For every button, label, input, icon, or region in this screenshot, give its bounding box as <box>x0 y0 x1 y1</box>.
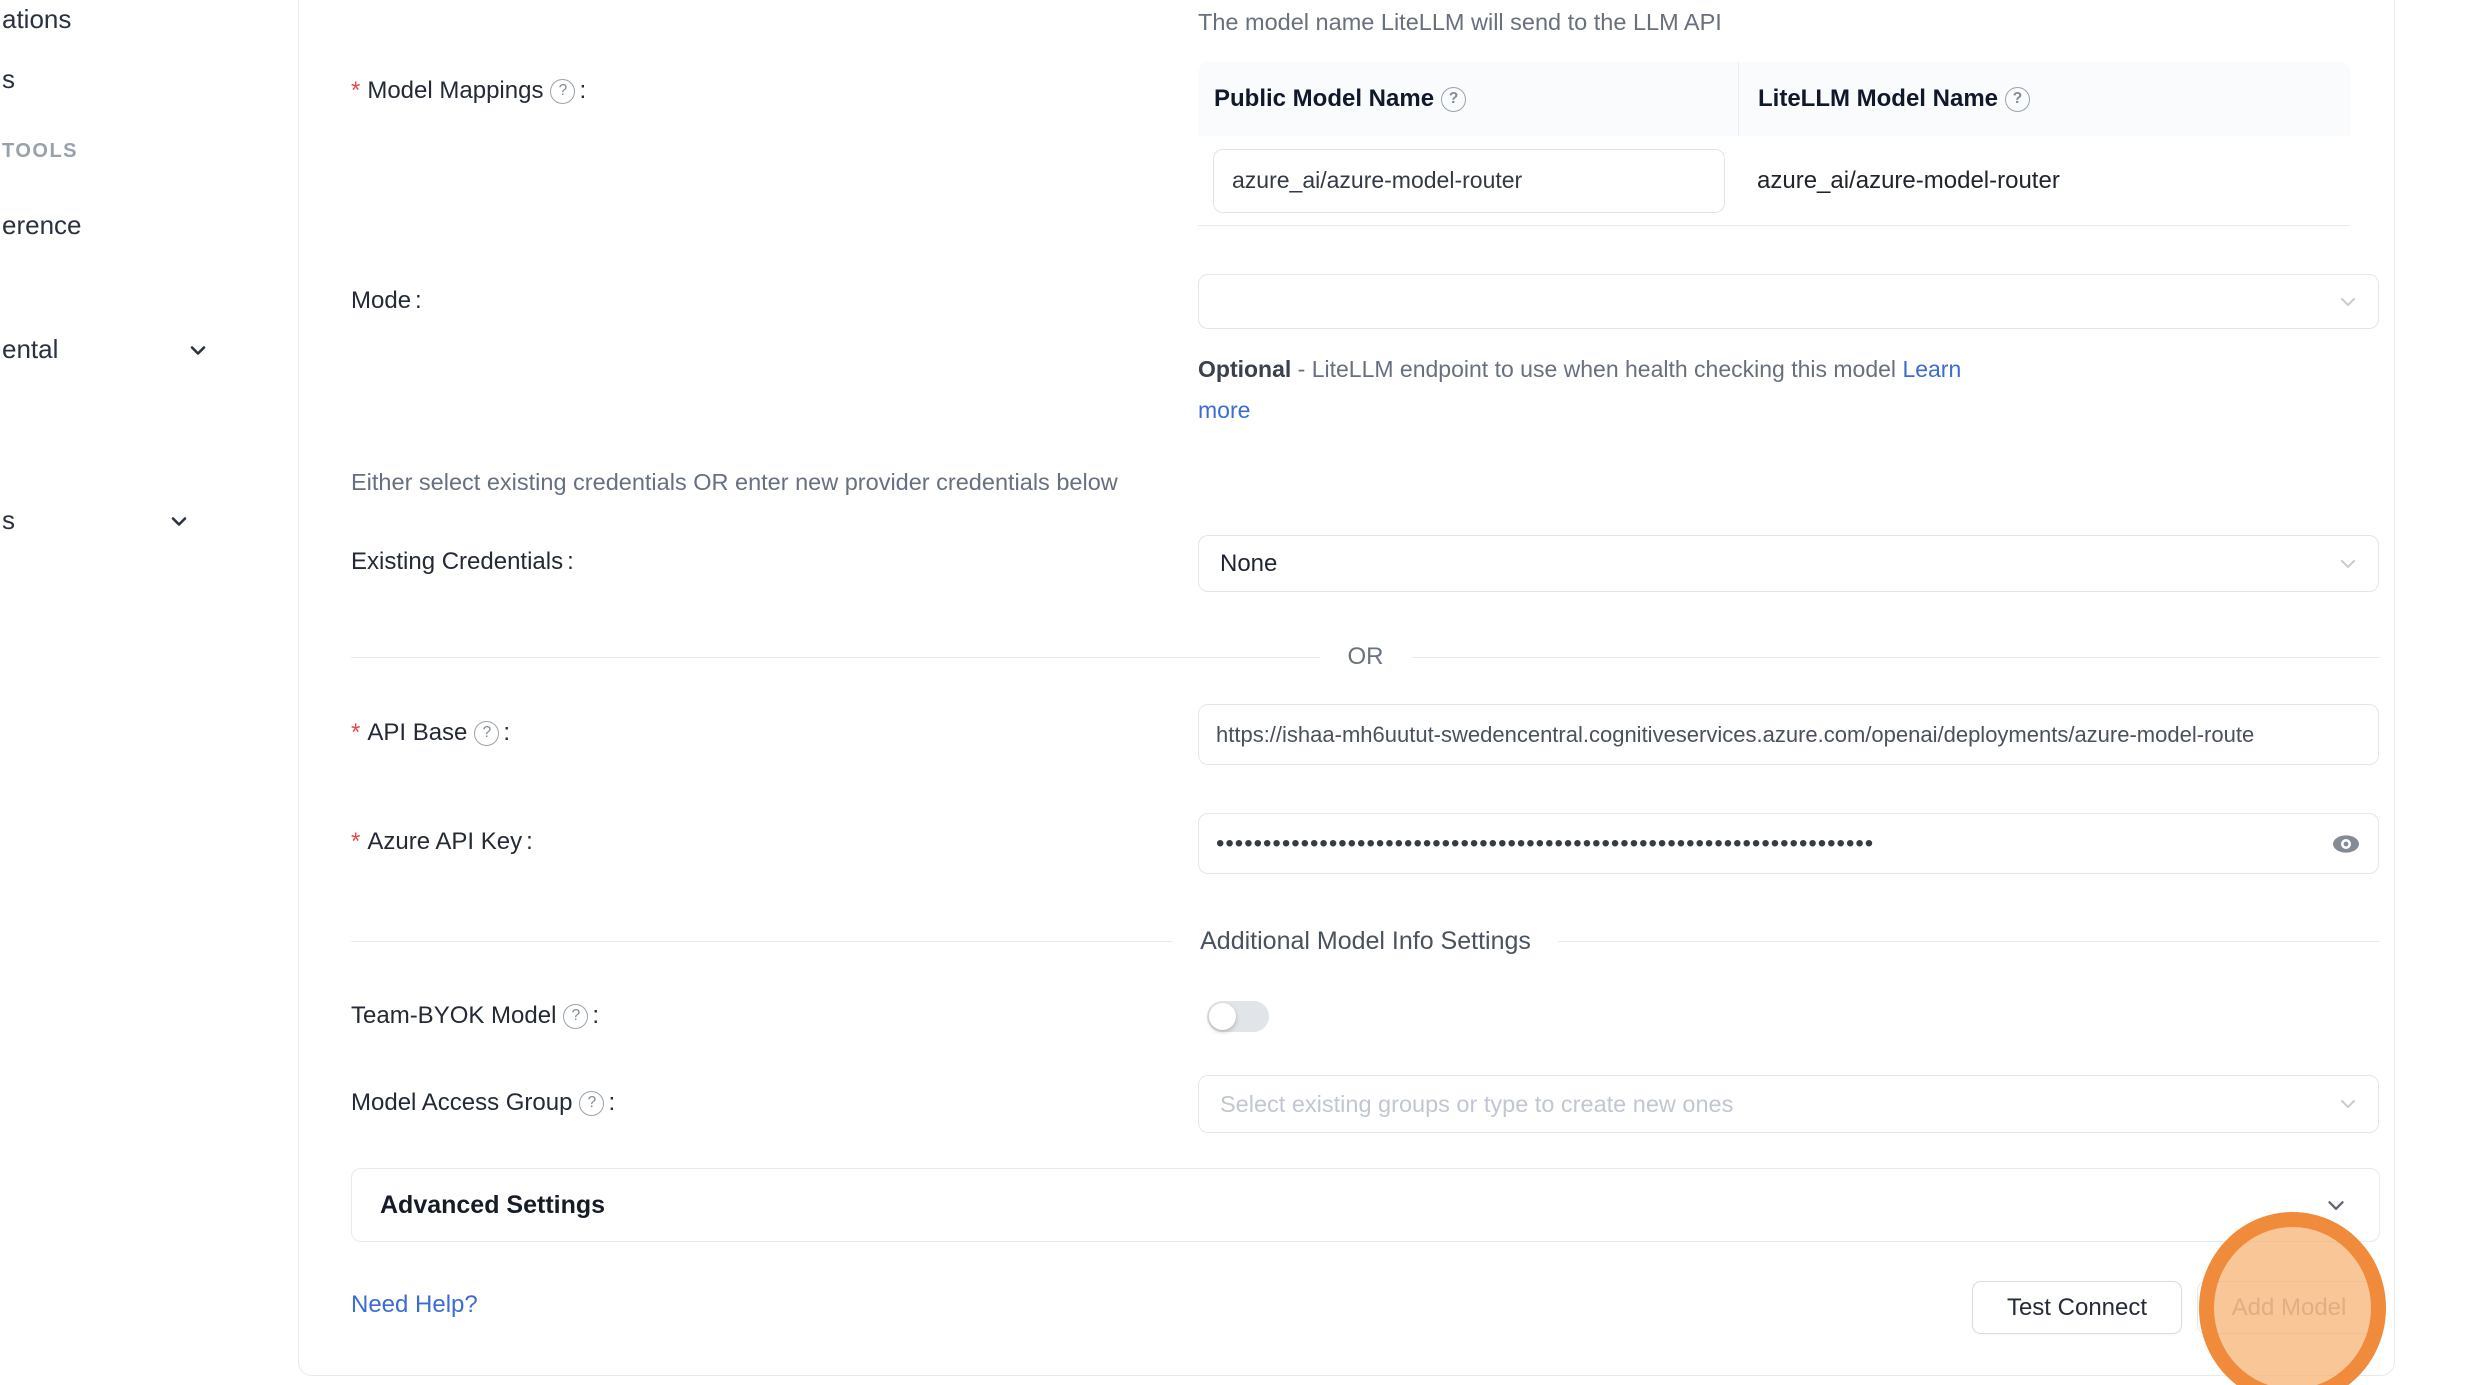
public-model-name-cell <box>1198 136 1738 225</box>
mode-helper-text: Optional - LiteLLM endpoint to use when … <box>1198 349 2020 431</box>
toggle-knob <box>1209 1003 1236 1030</box>
label-colon: : <box>579 77 586 105</box>
required-mark: * <box>351 77 360 105</box>
optional-emphasis: Optional <box>1198 356 1291 382</box>
model-mappings-label: * Model Mappings ? : <box>351 77 586 105</box>
required-mark: * <box>351 828 360 856</box>
help-icon[interactable]: ? <box>2005 87 2030 112</box>
sidebar-item-label: ental <box>2 334 58 365</box>
mode-label: Mode : <box>351 287 422 315</box>
existing-credentials-select[interactable]: None <box>1198 535 2379 592</box>
help-icon[interactable]: ? <box>579 1091 604 1116</box>
chevron-down-icon <box>167 509 191 533</box>
advanced-settings-title: Advanced Settings <box>380 1191 2323 1220</box>
api-base-input[interactable] <box>1198 704 2379 765</box>
required-mark: * <box>351 719 360 747</box>
label-text: Team-BYOK Model <box>351 1002 556 1030</box>
additional-settings-divider: Additional Model Info Settings <box>351 927 2380 956</box>
divider-line <box>351 941 1173 942</box>
model-access-group-select[interactable]: Select existing groups or type to create… <box>1198 1075 2379 1133</box>
divider-line <box>1558 941 2380 942</box>
additional-settings-divider-text: Additional Model Info Settings <box>1200 927 1531 956</box>
label-colon: : <box>526 828 533 856</box>
sidebar-item-organizations[interactable]: ations <box>2 4 71 35</box>
model-mappings-table: Public Model Name ? LiteLLM Model Name ?… <box>1198 62 2350 226</box>
sidebar-item-label: s <box>2 505 15 536</box>
sidebar-item-experimental[interactable]: ental <box>2 334 210 365</box>
divider-line <box>351 657 1320 658</box>
credentials-note: Either select existing credentials OR en… <box>351 469 1118 496</box>
chevron-down-icon <box>2336 290 2360 314</box>
azure-api-key-label: * Azure API Key : <box>351 828 533 856</box>
label-colon: : <box>415 287 422 315</box>
label-colon: : <box>608 1089 615 1117</box>
label-text: Mode <box>351 287 411 315</box>
label-text: Model Access Group <box>351 1089 572 1117</box>
sidebar-item-reference[interactable]: erence <box>2 210 82 241</box>
model-access-group-label: Model Access Group ? : <box>351 1089 615 1117</box>
need-help-link[interactable]: Need Help? <box>351 1291 478 1319</box>
column-public-model-name: Public Model Name ? <box>1198 62 1738 136</box>
azure-api-key-input[interactable]: ••••••••••••••••••••••••••••••••••••••••… <box>1198 813 2379 874</box>
add-model-page: ations s TOOLS erence ental s The model … <box>0 0 2477 1385</box>
mode-select[interactable] <box>1198 274 2379 329</box>
sidebar-section-tools: TOOLS <box>2 140 78 163</box>
column-litellm-model-name: LiteLLM Model Name ? <box>1738 62 2350 136</box>
eye-icon[interactable] <box>2331 829 2361 859</box>
chevron-down-icon <box>2323 1192 2349 1218</box>
column-label: LiteLLM Model Name <box>1758 85 1998 113</box>
model-name-helper-text: The model name LiteLLM will send to the … <box>1198 9 1722 36</box>
helper-text: - LiteLLM endpoint to use when health ch… <box>1291 356 1902 382</box>
label-text: Model Mappings <box>367 77 543 105</box>
label-colon: : <box>567 548 574 576</box>
team-byok-label: Team-BYOK Model ? : <box>351 1002 599 1030</box>
add-model-button[interactable]: Add Model <box>2197 1281 2381 1334</box>
label-colon: : <box>592 1002 599 1030</box>
team-byok-toggle[interactable] <box>1207 1001 1269 1032</box>
model-mappings-table-header: Public Model Name ? LiteLLM Model Name ? <box>1198 62 2350 136</box>
or-divider-text: OR <box>1348 643 1384 671</box>
api-base-label: * API Base ? : <box>351 719 510 747</box>
help-icon[interactable]: ? <box>563 1004 588 1029</box>
divider-line <box>1412 657 2381 658</box>
or-divider: OR <box>351 643 2380 671</box>
chevron-down-icon <box>186 338 210 362</box>
existing-credentials-value: None <box>1220 550 1277 578</box>
label-colon: : <box>503 719 510 747</box>
sidebar: ations s TOOLS erence ental s <box>0 0 298 1385</box>
help-icon[interactable]: ? <box>474 721 499 746</box>
label-text: API Base <box>367 719 467 747</box>
test-connect-button[interactable]: Test Connect <box>1972 1281 2182 1334</box>
help-icon[interactable]: ? <box>1441 87 1466 112</box>
sidebar-item[interactable]: s <box>2 505 191 536</box>
existing-credentials-label: Existing Credentials : <box>351 548 574 576</box>
chevron-down-icon <box>2336 1092 2360 1116</box>
label-text: Existing Credentials <box>351 548 563 576</box>
column-label: Public Model Name <box>1214 85 1434 113</box>
masked-password-dots: ••••••••••••••••••••••••••••••••••••••••… <box>1216 834 1874 854</box>
litellm-model-name-value: azure_ai/azure-model-router <box>1738 136 2350 225</box>
label-text: Azure API Key <box>367 828 522 856</box>
advanced-settings-panel[interactable]: Advanced Settings <box>351 1168 2380 1242</box>
public-model-name-input[interactable] <box>1213 149 1725 213</box>
table-row: azure_ai/azure-model-router <box>1198 136 2350 226</box>
sidebar-item[interactable]: s <box>2 64 15 95</box>
chevron-down-icon <box>2336 552 2360 576</box>
add-model-form-card: The model name LiteLLM will send to the … <box>298 0 2395 1376</box>
model-access-group-placeholder: Select existing groups or type to create… <box>1220 1091 1733 1118</box>
help-icon[interactable]: ? <box>550 79 575 104</box>
